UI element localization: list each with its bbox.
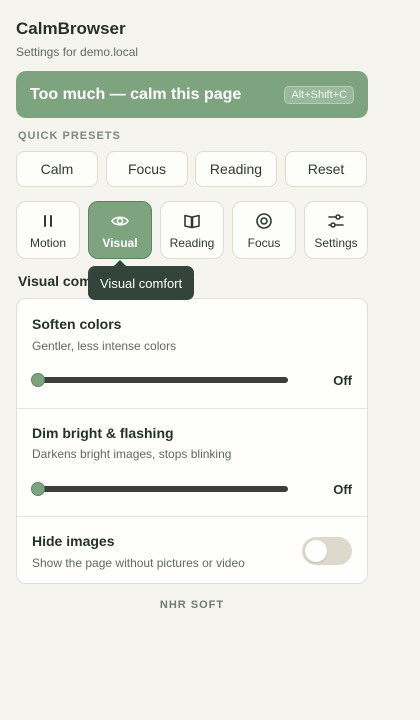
setting-description: Gentler, less intense colors: [32, 339, 177, 353]
preset-reading-button[interactable]: Reading: [195, 151, 277, 187]
slider-value: Off: [333, 373, 352, 388]
target-icon: [256, 213, 272, 229]
calm-page-button[interactable]: Too much — calm this page Alt+Shift+C: [16, 71, 368, 118]
setting-title: Hide images: [32, 533, 115, 549]
slider-thumb[interactable]: [31, 482, 45, 496]
book-icon: [184, 214, 200, 229]
tab-label: Settings: [314, 236, 358, 250]
setting-soften-colors: Soften colors Gentler, less intense colo…: [17, 299, 367, 408]
slider-value: Off: [333, 482, 352, 497]
tab-settings[interactable]: Settings: [304, 201, 368, 259]
setting-hide-images: Hide images Show the page without pictur…: [17, 516, 367, 583]
setting-dim-bright: Dim bright & flashing Darkens bright ima…: [17, 408, 367, 516]
preset-focus-button[interactable]: Focus: [106, 151, 188, 187]
app-title: CalmBrowser: [16, 19, 126, 38]
sliders-icon: [328, 214, 344, 228]
tab-label: Motion: [29, 236, 67, 250]
tooltip: Visual comfort: [88, 260, 195, 300]
tab-motion[interactable]: Motion: [16, 201, 80, 259]
tab-reading[interactable]: Reading: [160, 201, 224, 259]
footer-brand: NHR SOFT: [159, 599, 225, 611]
tab-label: Reading: [169, 236, 215, 250]
hide-images-toggle[interactable]: [302, 537, 352, 565]
shortcut-badge: Alt+Shift+C: [284, 85, 354, 104]
settings-card: Soften colors Gentler, less intense colo…: [16, 298, 368, 584]
toggle-knob: [305, 540, 327, 562]
app-subtitle: Settings for demo.local: [16, 45, 139, 59]
eye-icon: [111, 216, 129, 226]
dim-bright-slider[interactable]: [31, 482, 288, 496]
pause-icon: [44, 215, 52, 227]
preset-reset-button[interactable]: Reset: [285, 151, 367, 187]
calm-page-label: Too much — calm this page: [30, 85, 242, 103]
presets-heading: QUICK PRESETS: [18, 130, 121, 142]
tab-focus[interactable]: Focus: [232, 201, 296, 259]
tab-label: Focus: [247, 236, 281, 250]
tab-label: Visual: [102, 236, 138, 250]
preset-calm-button[interactable]: Calm: [16, 151, 98, 187]
setting-description: Darkens bright images, stops blinking: [32, 447, 232, 461]
setting-title: Dim bright & flashing: [32, 425, 174, 441]
soften-colors-slider[interactable]: [31, 373, 288, 387]
setting-description: Show the page without pictures or video: [32, 556, 245, 570]
tab-visual[interactable]: Visual: [88, 201, 152, 259]
setting-title: Soften colors: [32, 316, 122, 332]
slider-thumb[interactable]: [31, 373, 45, 387]
